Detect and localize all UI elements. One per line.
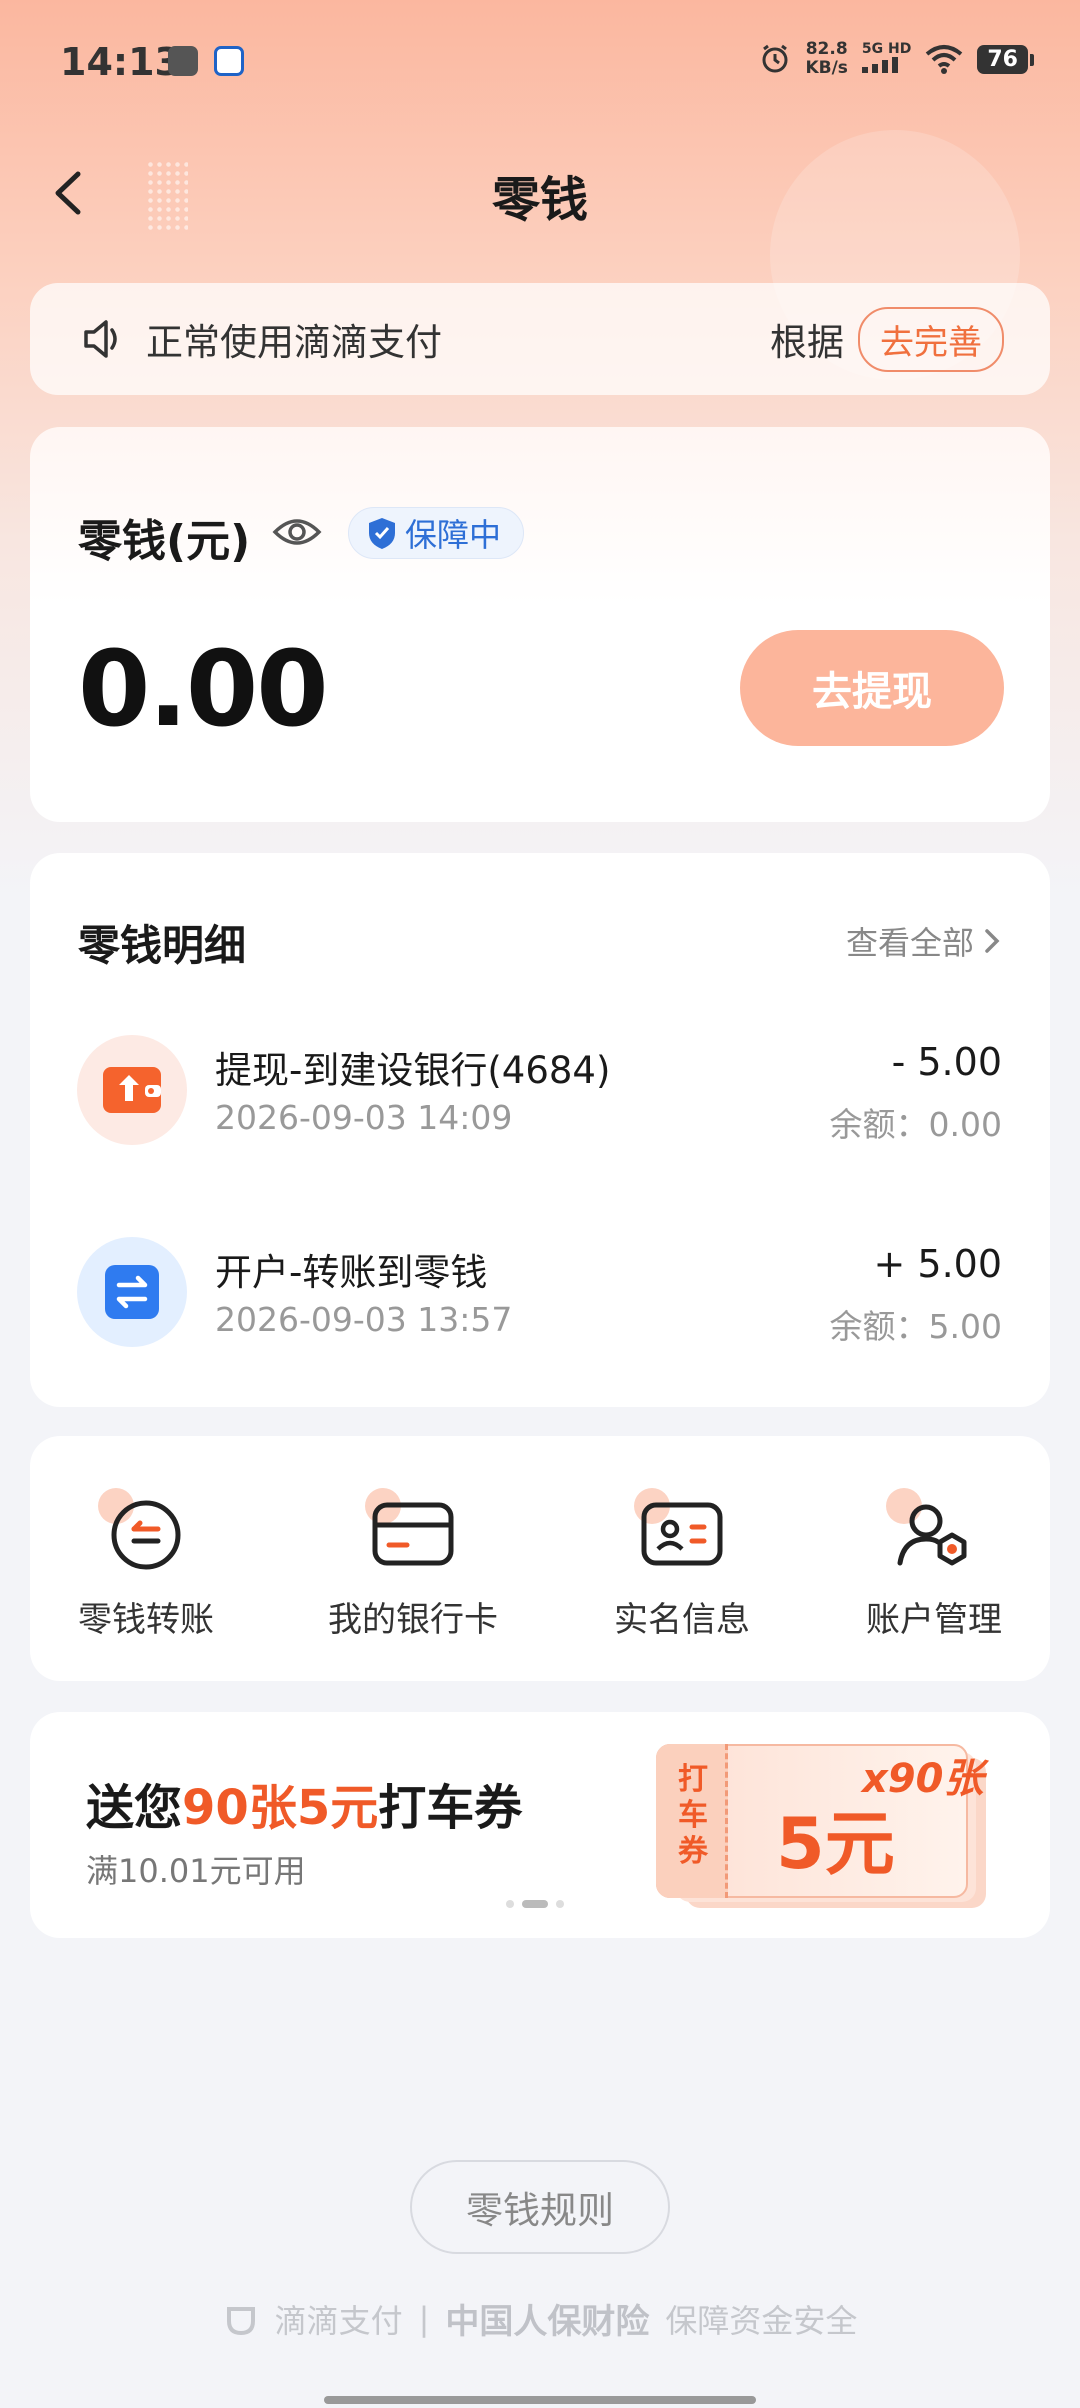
battery-indicator: 76: [977, 44, 1034, 74]
promo-title: 送您90张5元打车券: [86, 1768, 522, 1838]
action-account-manage-label: 账户管理: [866, 1600, 1002, 1640]
coupon-ticket-illustration: 打车券 5元 x90张: [656, 1744, 996, 1912]
footer-brand: 滴滴支付: [274, 2301, 403, 2340]
eye-icon: [272, 519, 322, 545]
transaction-amount: - 5.00: [891, 1040, 1002, 1084]
speaker-icon: [84, 320, 117, 358]
ticket-side-label: 打车券: [678, 1762, 708, 1869]
withdraw-icon: [77, 1035, 187, 1145]
action-real-name[interactable]: 实名信息: [572, 1488, 792, 1641]
speed-unit: KB/s: [805, 58, 848, 78]
signal-bars-icon: [861, 57, 898, 73]
home-indicator[interactable]: [324, 2396, 756, 2404]
alarm-icon: [762, 44, 788, 73]
promo-title-pre: 送您: [86, 1780, 183, 1836]
promo-title-post: 打车券: [378, 1780, 523, 1836]
details-title: 零钱明细: [78, 921, 247, 970]
carousel-indicator: [506, 1900, 564, 1908]
chevron-right-icon: [985, 929, 1000, 953]
transaction-title: 开户-转账到零钱: [215, 1251, 488, 1294]
page-title: 零钱: [491, 172, 588, 228]
notice-banner: 正常使用滴滴支付 根据 去完善: [30, 283, 1050, 395]
rules-button[interactable]: 零钱规则: [410, 2160, 670, 2254]
guard-badge-label: 保障中: [405, 516, 502, 554]
transaction-title: 提现-到建设银行(4684): [215, 1049, 611, 1092]
transaction-balance: 余额：5.00: [829, 1307, 1002, 1346]
footer: 滴滴支付 | 中国人保财险 保障资金安全: [0, 2294, 1080, 2343]
action-bank-card-label: 我的银行卡: [328, 1600, 498, 1640]
status-time: 14:13: [60, 40, 181, 84]
action-real-name-label: 实名信息: [614, 1600, 750, 1640]
notice-basis: 根据: [770, 321, 844, 364]
id-card-icon: [641, 1502, 723, 1566]
transfer-circle-icon: [111, 1500, 181, 1570]
footer-slogan: 保障资金安全: [665, 2301, 858, 2340]
balance-amount: 0.00: [78, 628, 329, 750]
promo-subtitle: 满10.01元可用: [86, 1852, 306, 1890]
promo-title-highlight: 90张5元: [182, 1780, 379, 1836]
view-all-label: 查看全部: [845, 924, 974, 962]
action-transfer[interactable]: 零钱转账: [36, 1488, 256, 1641]
view-all-link[interactable]: 查看全部: [846, 918, 1002, 964]
transaction-date: 2026-09-03 14:09: [215, 1098, 513, 1137]
transaction-balance: 余额：0.00: [829, 1105, 1002, 1144]
notice-text: 正常使用滴滴支付: [146, 321, 442, 364]
action-bank-card[interactable]: 我的银行卡: [303, 1488, 523, 1641]
didi-pay-logo-icon: [226, 2306, 255, 2335]
transaction-date: 2026-09-03 13:57: [215, 1300, 513, 1339]
shield-check-icon: [369, 518, 395, 549]
action-transfer-label: 零钱转账: [78, 1600, 214, 1640]
transaction-amount: + 5.00: [873, 1242, 1002, 1286]
app-notification-icon: [168, 46, 198, 76]
bank-card-icon: [372, 1502, 454, 1566]
cellular-signal: 5G HD: [861, 41, 912, 77]
app-notification-icon-2: [214, 46, 244, 76]
action-account-manage[interactable]: 账户管理: [824, 1488, 1044, 1641]
speed-value: 82.8: [805, 39, 848, 59]
transfer-icon: [77, 1237, 187, 1347]
balance-label: 零钱(元): [78, 516, 251, 567]
account-manage-icon: [897, 1504, 967, 1566]
withdraw-button[interactable]: 去提现: [740, 630, 1004, 746]
network-type: 5G HD: [861, 41, 912, 57]
status-indicators: 82.8 KB/s 5G HD 76: [759, 40, 1034, 78]
toggle-visibility-button[interactable]: [272, 510, 322, 558]
guard-badge[interactable]: 保障中: [348, 507, 525, 559]
network-speed: 82.8 KB/s: [805, 40, 847, 78]
complete-info-button[interactable]: 去完善: [858, 306, 1004, 372]
ticket-count: x90张: [862, 1756, 984, 1802]
wifi-icon: [926, 45, 963, 74]
footer-partner: 中国人保财险: [445, 2302, 650, 2342]
footer-separator: |: [418, 2299, 430, 2338]
balance-card: [30, 427, 1050, 822]
